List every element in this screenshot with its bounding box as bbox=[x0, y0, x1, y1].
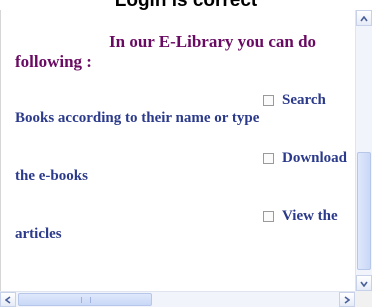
chevron-left-icon bbox=[4, 291, 11, 307]
intro-heading-line-2: following : bbox=[15, 52, 92, 71]
search-checkbox[interactable] bbox=[263, 95, 274, 106]
vertical-scroll-thumb[interactable] bbox=[357, 152, 371, 270]
option-search: Search bbox=[263, 92, 326, 109]
chevron-down-icon bbox=[360, 274, 368, 292]
intro-heading-line-1: In our E-Library you can do bbox=[109, 32, 317, 51]
scroll-up-button[interactable] bbox=[356, 10, 372, 26]
screen: Login is correct In our E-Library you ca… bbox=[0, 0, 372, 307]
download-checkbox[interactable] bbox=[263, 153, 274, 164]
scrollbar-corner bbox=[355, 291, 372, 307]
download-option-description: the e-books bbox=[15, 168, 88, 184]
download-option-label: Download bbox=[282, 150, 348, 166]
scroll-left-button[interactable] bbox=[0, 292, 16, 307]
view-articles-option-label: View the bbox=[282, 208, 338, 224]
view-articles-checkbox[interactable] bbox=[263, 211, 274, 222]
horizontal-scrollbar[interactable] bbox=[0, 291, 355, 307]
search-option-label: Search bbox=[282, 92, 326, 108]
chevron-right-icon bbox=[344, 291, 351, 307]
horizontal-scroll-thumb[interactable] bbox=[18, 293, 152, 306]
view-articles-option-description: articles bbox=[15, 226, 62, 242]
scroll-down-button[interactable] bbox=[356, 275, 372, 291]
content-frame: In our E-Library you can do following : … bbox=[0, 10, 356, 291]
scroll-right-button[interactable] bbox=[339, 292, 355, 307]
search-option-description: Books according to their name or type bbox=[15, 110, 260, 126]
chevron-up-icon bbox=[360, 9, 368, 27]
vertical-scrollbar[interactable] bbox=[355, 10, 372, 291]
option-view-articles: View the bbox=[263, 208, 338, 225]
grip-icon bbox=[81, 297, 91, 303]
option-download: Download bbox=[263, 150, 347, 167]
